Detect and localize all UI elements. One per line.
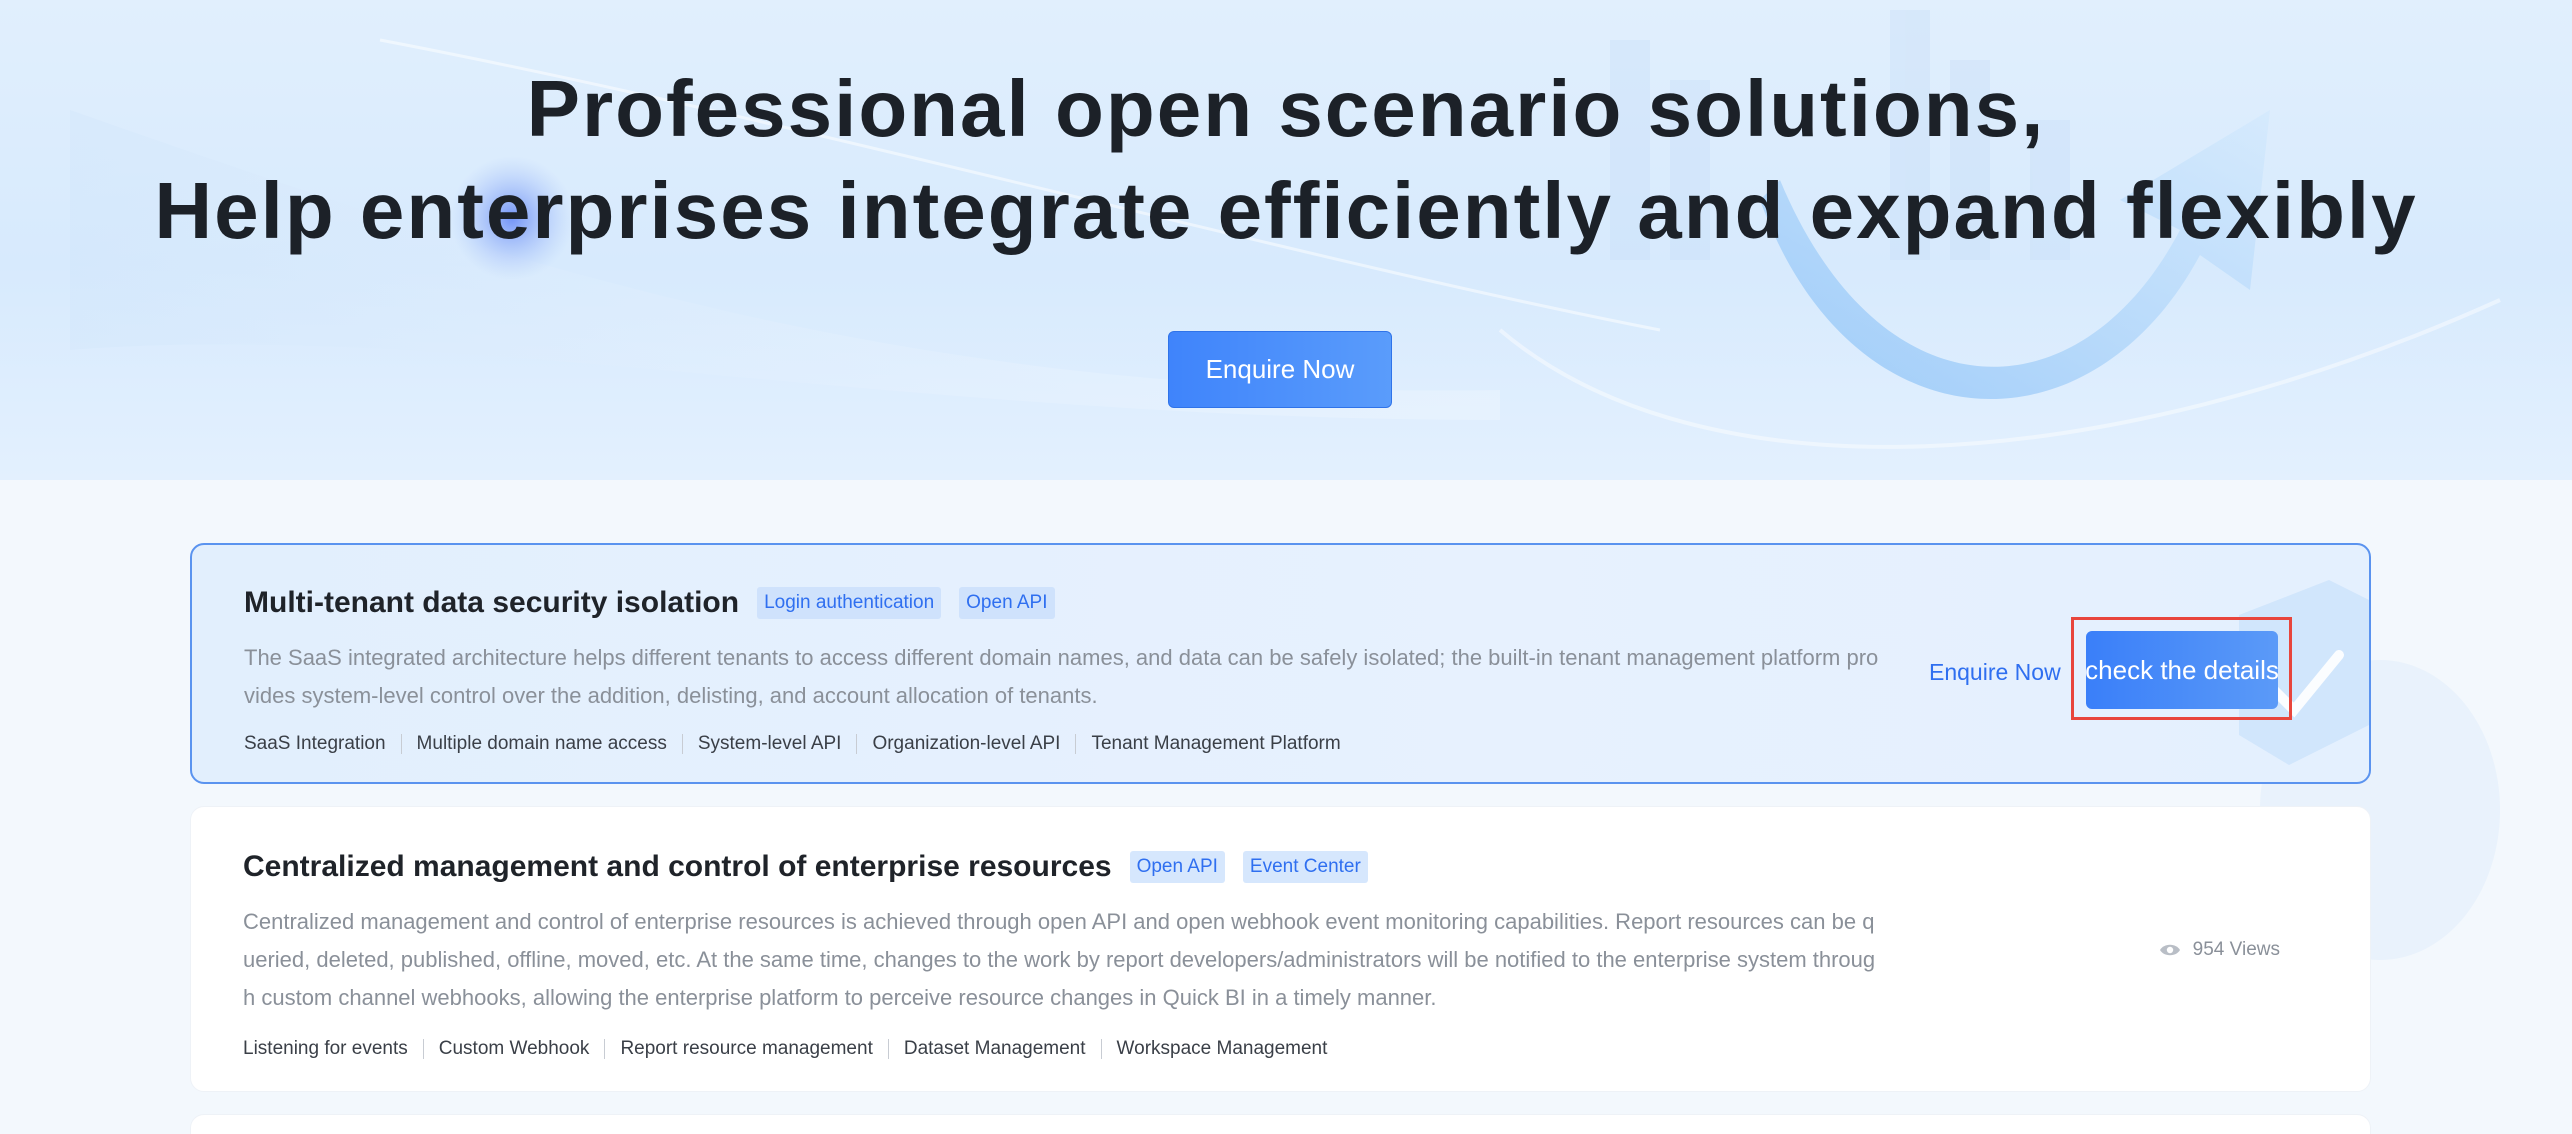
hero-banner: Professional open scenario solutions, He… — [0, 0, 2572, 480]
solution-card-multi-tenant[interactable]: Multi-tenant data security isolation Log… — [190, 543, 2371, 784]
view-count: 954 Views — [2159, 939, 2280, 961]
tag-open-api: Open API — [959, 587, 1055, 619]
keyword-item: SaaS Integration — [244, 733, 386, 754]
tag-login-authentication: Login authentication — [757, 587, 942, 619]
solution-card-resource-management[interactable]: Centralized management and control of en… — [190, 806, 2371, 1092]
keyword-item: Dataset Management — [887, 1039, 1101, 1059]
solution-card-next[interactable] — [190, 1114, 2371, 1134]
card-header: Centralized management and control of en… — [243, 845, 1368, 889]
card-enquire-link[interactable]: Enquire Now — [1929, 657, 2061, 687]
card-description: The SaaS integrated architecture helps d… — [244, 645, 1879, 708]
hero-title-line-1: Professional open scenario solutions, — [526, 64, 2046, 153]
keyword-list: SaaS Integration Multiple domain name ac… — [244, 734, 1356, 754]
keyword-item: Custom Webhook — [422, 1039, 605, 1059]
hero-title: Professional open scenario solutions, He… — [0, 58, 2572, 262]
keyword-item: System-level API — [681, 734, 857, 754]
keyword-item: Report resource management — [604, 1039, 887, 1059]
card-title: Multi-tenant data security isolation — [244, 586, 740, 619]
check-details-button[interactable]: check the details — [2085, 631, 2279, 709]
card-title: Centralized management and control of en… — [243, 850, 1112, 883]
hero-enquire-button[interactable]: Enquire Now — [1168, 331, 1392, 408]
card-description: Centralized management and control of en… — [243, 909, 1876, 1010]
eye-icon — [2159, 944, 2180, 956]
view-count-label: 954 Views — [2192, 939, 2280, 960]
tag-event-center: Event Center — [1242, 851, 1368, 883]
card-header: Multi-tenant data security isolation Log… — [244, 581, 1055, 625]
keyword-item: Multiple domain name access — [400, 734, 682, 754]
tag-open-api: Open API — [1129, 851, 1225, 883]
keyword-item: Listening for events — [243, 1038, 408, 1059]
keyword-item: Workspace Management — [1100, 1039, 1343, 1059]
hero-title-line-2: Help enterprises integrate efficiently a… — [154, 166, 2418, 255]
keyword-list: Listening for events Custom Webhook Repo… — [243, 1039, 1342, 1059]
keyword-item: Tenant Management Platform — [1075, 734, 1355, 754]
keyword-item: Organization-level API — [856, 734, 1075, 754]
